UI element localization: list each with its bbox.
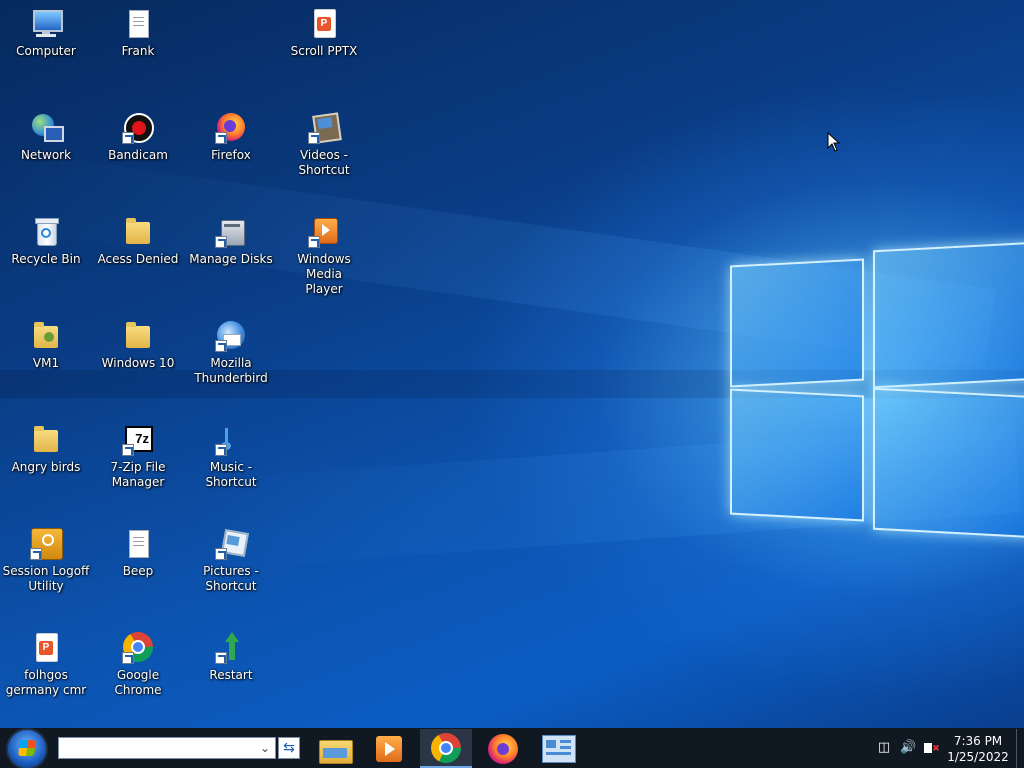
mouse-pointer-icon bbox=[827, 132, 841, 152]
icon-label: Network bbox=[20, 148, 72, 162]
desktop-icon-pictures-shortcut[interactable]: Pictures - Shortcut bbox=[185, 520, 277, 594]
user-folder-icon bbox=[30, 320, 62, 352]
taskbar-clock[interactable]: 7:36 PM 1/25/2022 bbox=[940, 733, 1016, 765]
restart-arrow-icon bbox=[215, 632, 247, 664]
network-icon[interactable]: ◫ bbox=[876, 740, 892, 756]
windows-logo-pane bbox=[730, 258, 864, 388]
windows-logo-pane bbox=[730, 388, 864, 522]
desktop-icon-scroll-pptx[interactable]: Scroll PPTX bbox=[278, 0, 370, 59]
desktop-icon-network[interactable]: Network bbox=[0, 104, 92, 163]
videos-library-icon bbox=[308, 112, 342, 144]
desktop-icon-session-logoff-utility[interactable]: Session Logoff Utility bbox=[0, 520, 92, 594]
icon-label: folhgos germany cmr bbox=[5, 668, 87, 697]
light-beam bbox=[0, 370, 1024, 398]
desktop-icon-vm1[interactable]: VM1 bbox=[0, 312, 92, 371]
desktop-icon-7zip[interactable]: 7z 7-Zip File Manager bbox=[92, 416, 184, 490]
desktop-icon-recycle-bin[interactable]: Recycle Bin bbox=[0, 208, 92, 267]
7zip-icon: 7z bbox=[122, 424, 154, 456]
icon-label: Mozilla Thunderbird bbox=[194, 356, 268, 385]
windows-logo-icon bbox=[18, 740, 36, 756]
desktop-icon-music-shortcut[interactable]: Music - Shortcut bbox=[185, 416, 277, 490]
text-document-icon bbox=[122, 528, 154, 560]
desktop-icon-windows-10[interactable]: Windows 10 bbox=[92, 312, 184, 371]
disk-management-icon bbox=[215, 216, 247, 248]
icon-label: Beep bbox=[122, 564, 154, 578]
icon-label: Windows Media Player bbox=[297, 252, 351, 296]
windows-logo-pane bbox=[873, 241, 1024, 389]
search-input[interactable] bbox=[58, 737, 276, 759]
icon-label: Manage Disks bbox=[189, 252, 273, 266]
desktop-icon-computer[interactable]: Computer bbox=[0, 0, 92, 59]
control-panel-icon bbox=[542, 734, 576, 763]
clock-time: 7:36 PM bbox=[953, 734, 1003, 748]
volume-icon[interactable]: 🔊 bbox=[900, 740, 916, 756]
folder-icon bbox=[30, 424, 62, 456]
thunderbird-icon bbox=[215, 320, 247, 352]
chrome-icon bbox=[431, 732, 461, 763]
computer-icon bbox=[30, 8, 63, 40]
desktop-icon-videos-shortcut[interactable]: Videos - Shortcut bbox=[278, 104, 370, 178]
media-player-icon bbox=[376, 735, 402, 762]
desktop-icon-angry-birds[interactable]: Angry birds bbox=[0, 416, 92, 475]
logoff-utility-icon bbox=[30, 528, 63, 560]
taskbar-media-player[interactable] bbox=[363, 729, 415, 768]
icon-label: Bandicam bbox=[108, 148, 168, 162]
icon-label: Windows 10 bbox=[101, 356, 175, 370]
icon-label: VM1 bbox=[32, 356, 60, 370]
network-globe-icon bbox=[30, 112, 64, 144]
music-library-icon bbox=[215, 424, 247, 456]
desktop-icon-mozilla-thunderbird[interactable]: Mozilla Thunderbird bbox=[185, 312, 277, 386]
clock-date: 1/25/2022 bbox=[947, 750, 1009, 764]
desktop-icon-manage-disks[interactable]: Manage Disks bbox=[185, 208, 277, 267]
desktop-icon-beep[interactable]: Beep bbox=[92, 520, 184, 579]
firefox-icon bbox=[488, 733, 518, 764]
taskbar-file-explorer[interactable] bbox=[309, 729, 361, 768]
taskbar-chrome[interactable] bbox=[420, 729, 472, 768]
start-button[interactable] bbox=[8, 730, 46, 768]
icon-label: Google Chrome bbox=[114, 668, 162, 697]
desktop-icon-google-chrome[interactable]: Google Chrome bbox=[92, 624, 184, 698]
pictures-library-icon bbox=[215, 528, 249, 560]
icon-label: Computer bbox=[16, 44, 76, 58]
desktop-icon-bandicam[interactable]: Bandicam bbox=[92, 104, 184, 163]
icon-label: Frank bbox=[121, 44, 155, 58]
recycle-bin-icon bbox=[30, 216, 62, 248]
firefox-icon bbox=[215, 112, 247, 144]
chrome-icon bbox=[122, 632, 154, 664]
icon-label: Recycle Bin bbox=[11, 252, 81, 266]
folder-icon bbox=[122, 216, 154, 248]
icon-label: Pictures - Shortcut bbox=[203, 564, 259, 593]
desktop-icon-acess-denied[interactable]: Acess Denied bbox=[92, 208, 184, 267]
file-explorer-icon bbox=[319, 736, 353, 764]
icon-label: Music - Shortcut bbox=[205, 460, 257, 489]
icon-label: Videos - Shortcut bbox=[298, 148, 350, 177]
powerpoint-file-icon bbox=[30, 632, 62, 664]
folder-icon bbox=[122, 320, 154, 352]
search-go-icon[interactable]: ⇆ bbox=[278, 737, 300, 759]
desktop-icon-frank[interactable]: Frank bbox=[92, 0, 184, 59]
desktop-background: Computer Frank Scroll PPTX Network Bandi… bbox=[0, 0, 1024, 728]
taskbar-firefox[interactable] bbox=[477, 729, 529, 768]
taskbar-control-panel[interactable] bbox=[533, 729, 585, 768]
bandicam-record-icon bbox=[122, 112, 154, 144]
desktop-icon-restart[interactable]: Restart bbox=[185, 624, 277, 683]
chevron-down-icon[interactable]: ⌄ bbox=[255, 738, 275, 758]
text-document-icon bbox=[122, 8, 154, 40]
desktop-icon-windows-media-player[interactable]: Windows Media Player bbox=[278, 208, 370, 297]
icon-label: Scroll PPTX bbox=[290, 44, 358, 58]
icon-label: Angry birds bbox=[11, 460, 81, 474]
desktop-icon-firefox[interactable]: Firefox bbox=[185, 104, 277, 163]
windows-logo-pane bbox=[873, 387, 1024, 539]
show-desktop-button[interactable] bbox=[1016, 729, 1024, 768]
action-center-flag-icon[interactable]: ✖ bbox=[924, 740, 940, 756]
icon-label: Restart bbox=[209, 668, 253, 682]
powerpoint-file-icon bbox=[308, 8, 340, 40]
icon-label: Session Logoff Utility bbox=[2, 564, 90, 593]
desktop-icon-folhgos-germany-cmr[interactable]: folhgos germany cmr bbox=[0, 624, 92, 698]
media-player-icon bbox=[308, 216, 340, 248]
icon-label: Firefox bbox=[211, 148, 251, 162]
icon-label: 7-Zip File Manager bbox=[110, 460, 166, 489]
icon-label: Acess Denied bbox=[97, 252, 179, 266]
